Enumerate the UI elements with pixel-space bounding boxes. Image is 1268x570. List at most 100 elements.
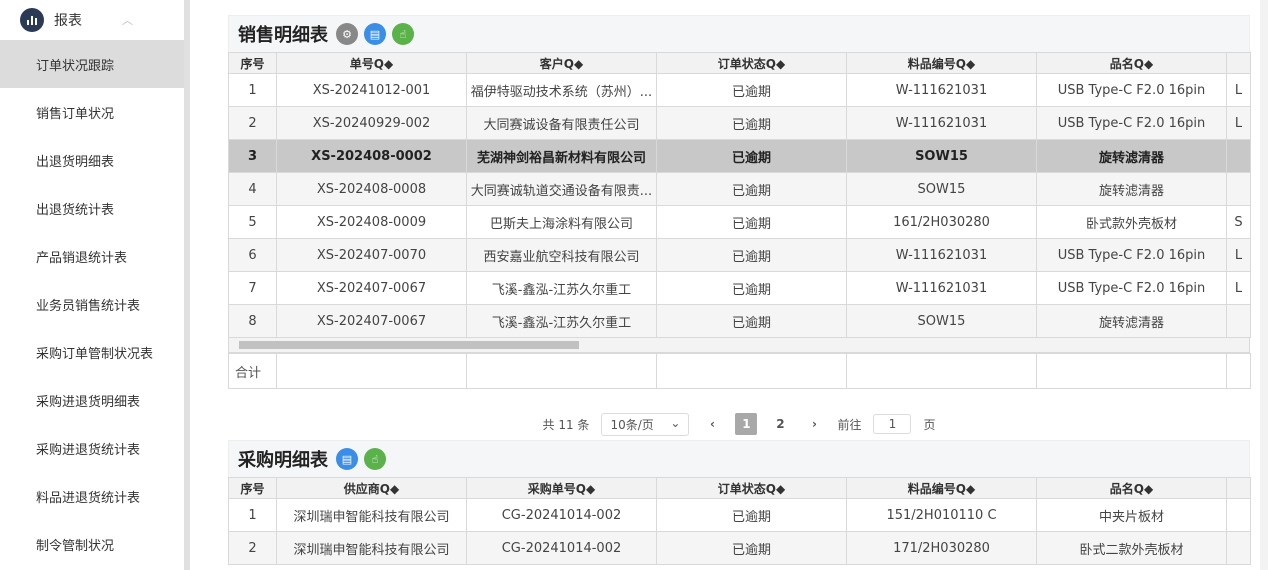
sales-table: 序号 单号Q◆ 客户Q◆ 订单状态Q◆ 料品编号Q◆ 品名Q◆ 1 XS-20241012-… [228,52,1251,338]
column-header[interactable]: 供应商Q◆ [276,477,467,499]
table-row[interactable]: 5 XS-202408-0009 巴斯夫上海涂料有限公司 已逾期 161/2H03028… [228,205,1251,239]
table-cell: XS-20240929-002 [276,106,467,140]
table-cell: 飞溪-鑫泓-江苏久尔重工 [466,271,657,305]
sales-panel-title: 销售明细表 [238,25,328,46]
column-header: 序号 [228,52,277,74]
table-cell: USB Type-C F2.0 16pin [1036,271,1227,305]
export-icon[interactable]: ▤ [336,448,358,470]
column-header[interactable]: 料品编号Q◆ [846,477,1037,499]
table-row[interactable]: 8 XS-202407-0067 飞溪-鑫泓-江苏久尔重工 已逾期 SOW15 旋转滤清器 [228,304,1251,338]
table-cell: 已逾期 [656,73,847,107]
page-scrollbar[interactable] [1260,0,1268,570]
sales-panel-header: 销售明细表 ⚙ ▤ ☝ [228,15,1250,52]
table-cell: 2 [228,106,277,140]
table-cell: 3 [228,139,277,173]
table-cell: 已逾期 [656,531,847,565]
pagination-total: 共 11 条 [542,417,590,432]
table-cell: 已逾期 [656,205,847,239]
page-size-value: 10条/页 [610,417,654,432]
table-cell: CG-20241014-002 [466,531,657,565]
table-cell: 已逾期 [656,304,847,338]
table-cell: L [1226,73,1251,107]
sidebar-item[interactable]: 料品进退货统计表 [0,472,184,520]
page-size-select[interactable]: 10条/页 ⌄ [601,412,690,436]
table-row[interactable]: 2 深圳瑞申智能科技有限公司 CG-20241014-002 已逾期 171/2H030… [228,531,1251,565]
table-cell: 5 [228,205,277,239]
table-cell: USB Type-C F2.0 16pin [1036,238,1227,272]
sidebar-item[interactable]: 订单状况跟踪 [0,40,184,88]
table-cell: 已逾期 [656,271,847,305]
table-cell [1226,531,1251,565]
table-row[interactable]: 6 XS-202407-0070 西安嘉业航空科技有限公司 已逾期 W-11162103… [228,238,1251,272]
table-cell: 1 [228,498,277,532]
sidebar-item[interactable]: 采购进退货明细表 [0,376,184,424]
print-icon[interactable]: ☝ [364,448,386,470]
column-header[interactable]: 订单状态Q◆ [656,477,847,499]
table-cell: W-111621031 [846,106,1037,140]
main-content: 销售明细表 ⚙ ▤ ☝ 序号 单号Q◆ 客户Q◆ 订单状态Q◆ 料品编号Q◆ 品名Q◆ 1… [190,0,1260,570]
table-cell: CG-20241014-002 [466,498,657,532]
table-cell: 西安嘉业航空科技有限公司 [466,238,657,272]
chevron-down-icon: ⌄ [670,415,681,430]
sidebar-item[interactable]: 业务员销售统计表 [0,280,184,328]
table-cell: W-111621031 [846,73,1037,107]
table-cell: XS-202408-0009 [276,205,467,239]
table-cell: L [1226,106,1251,140]
table-row[interactable]: 3 XS-202408-0002 芜湖神剑裕昌新材料有限公司 已逾期 SOW15 旋转滤清… [228,139,1251,173]
sales-pagination: 共 11 条 10条/页 ⌄ ‹ 1 2 › 前往 1 页 [228,411,1250,437]
column-header: 序号 [228,477,277,499]
sidebar: 报表 ︿ 订单状况跟踪 销售订单状况 出退货明细表 出退货统计表 产品销退统计表 业务员销… [0,0,184,570]
column-header[interactable]: 料品编号Q◆ [846,52,1037,74]
table-cell: USB Type-C F2.0 16pin [1036,106,1227,140]
print-icon[interactable]: ☝ [392,23,414,45]
sidebar-item[interactable]: 产品销退统计表 [0,232,184,280]
column-header-overflow [1226,52,1251,74]
table-cell: 旋转滤清器 [1036,304,1227,338]
table-cell: 深圳瑞申智能科技有限公司 [276,498,467,532]
table-cell [1226,139,1251,173]
table-row[interactable]: 1 深圳瑞申智能科技有限公司 CG-20241014-002 已逾期 151/2H010… [228,498,1251,532]
sidebar-header-reports[interactable]: 报表 ︿ [0,0,184,40]
table-cell: SOW15 [846,172,1037,206]
table-cell: L [1226,238,1251,272]
sidebar-item[interactable]: 采购进退货统计表 [0,424,184,472]
page-2-button[interactable]: 2 [769,413,791,435]
table-cell: 芜湖神剑裕昌新材料有限公司 [466,139,657,173]
table-cell: XS-202408-0002 [276,139,467,173]
sidebar-item[interactable]: 销售订单状况 [0,88,184,136]
sidebar-item[interactable]: 采购订单管制状况表 [0,328,184,376]
table-cell: 已逾期 [656,498,847,532]
column-header[interactable]: 采购单号Q◆ [466,477,657,499]
sales-total-label: 合计 [228,353,277,389]
sales-horizontal-scrollbar[interactable] [228,338,1250,353]
table-cell: S [1226,205,1251,239]
table-cell: 大同赛诚设备有限责任公司 [466,106,657,140]
table-cell: 已逾期 [656,172,847,206]
sidebar-item[interactable]: 出退货明细表 [0,136,184,184]
table-row[interactable]: 1 XS-20241012-001 福伊特驱动技术系统（苏州）... 已逾期 W-111… [228,73,1251,107]
bar-chart-icon [20,8,44,32]
column-header[interactable]: 品名Q◆ [1036,52,1227,74]
settings-icon[interactable]: ⚙ [336,23,358,45]
column-header[interactable]: 订单状态Q◆ [656,52,847,74]
table-cell: W-111621031 [846,271,1037,305]
sidebar-item[interactable]: 制令管制状况 [0,520,184,568]
next-page-button[interactable]: › [803,413,825,435]
prev-page-button[interactable]: ‹ [701,413,723,435]
table-row[interactable]: 7 XS-202407-0067 飞溪-鑫泓-江苏久尔重工 已逾期 W-11162103… [228,271,1251,305]
table-cell: 福伊特驱动技术系统（苏州）... [466,73,657,107]
column-header[interactable]: 品名Q◆ [1036,477,1227,499]
table-row[interactable]: 4 XS-202408-0008 大同赛诚轨道交通设备有限责... 已逾期 SOW15 旋… [228,172,1251,206]
table-cell: 已逾期 [656,238,847,272]
page-1-button[interactable]: 1 [735,413,758,435]
column-header[interactable]: 单号Q◆ [276,52,467,74]
column-header[interactable]: 客户Q◆ [466,52,657,74]
table-row[interactable]: 2 XS-20240929-002 大同赛诚设备有限责任公司 已逾期 W-1116210… [228,106,1251,140]
table-cell [1226,304,1251,338]
sidebar-item[interactable]: 出退货统计表 [0,184,184,232]
export-icon[interactable]: ▤ [364,23,386,45]
chevron-up-icon[interactable]: ︿ [122,12,133,28]
table-cell: XS-202408-0008 [276,172,467,206]
goto-page-input[interactable]: 1 [873,414,912,434]
table-cell: USB Type-C F2.0 16pin [1036,73,1227,107]
